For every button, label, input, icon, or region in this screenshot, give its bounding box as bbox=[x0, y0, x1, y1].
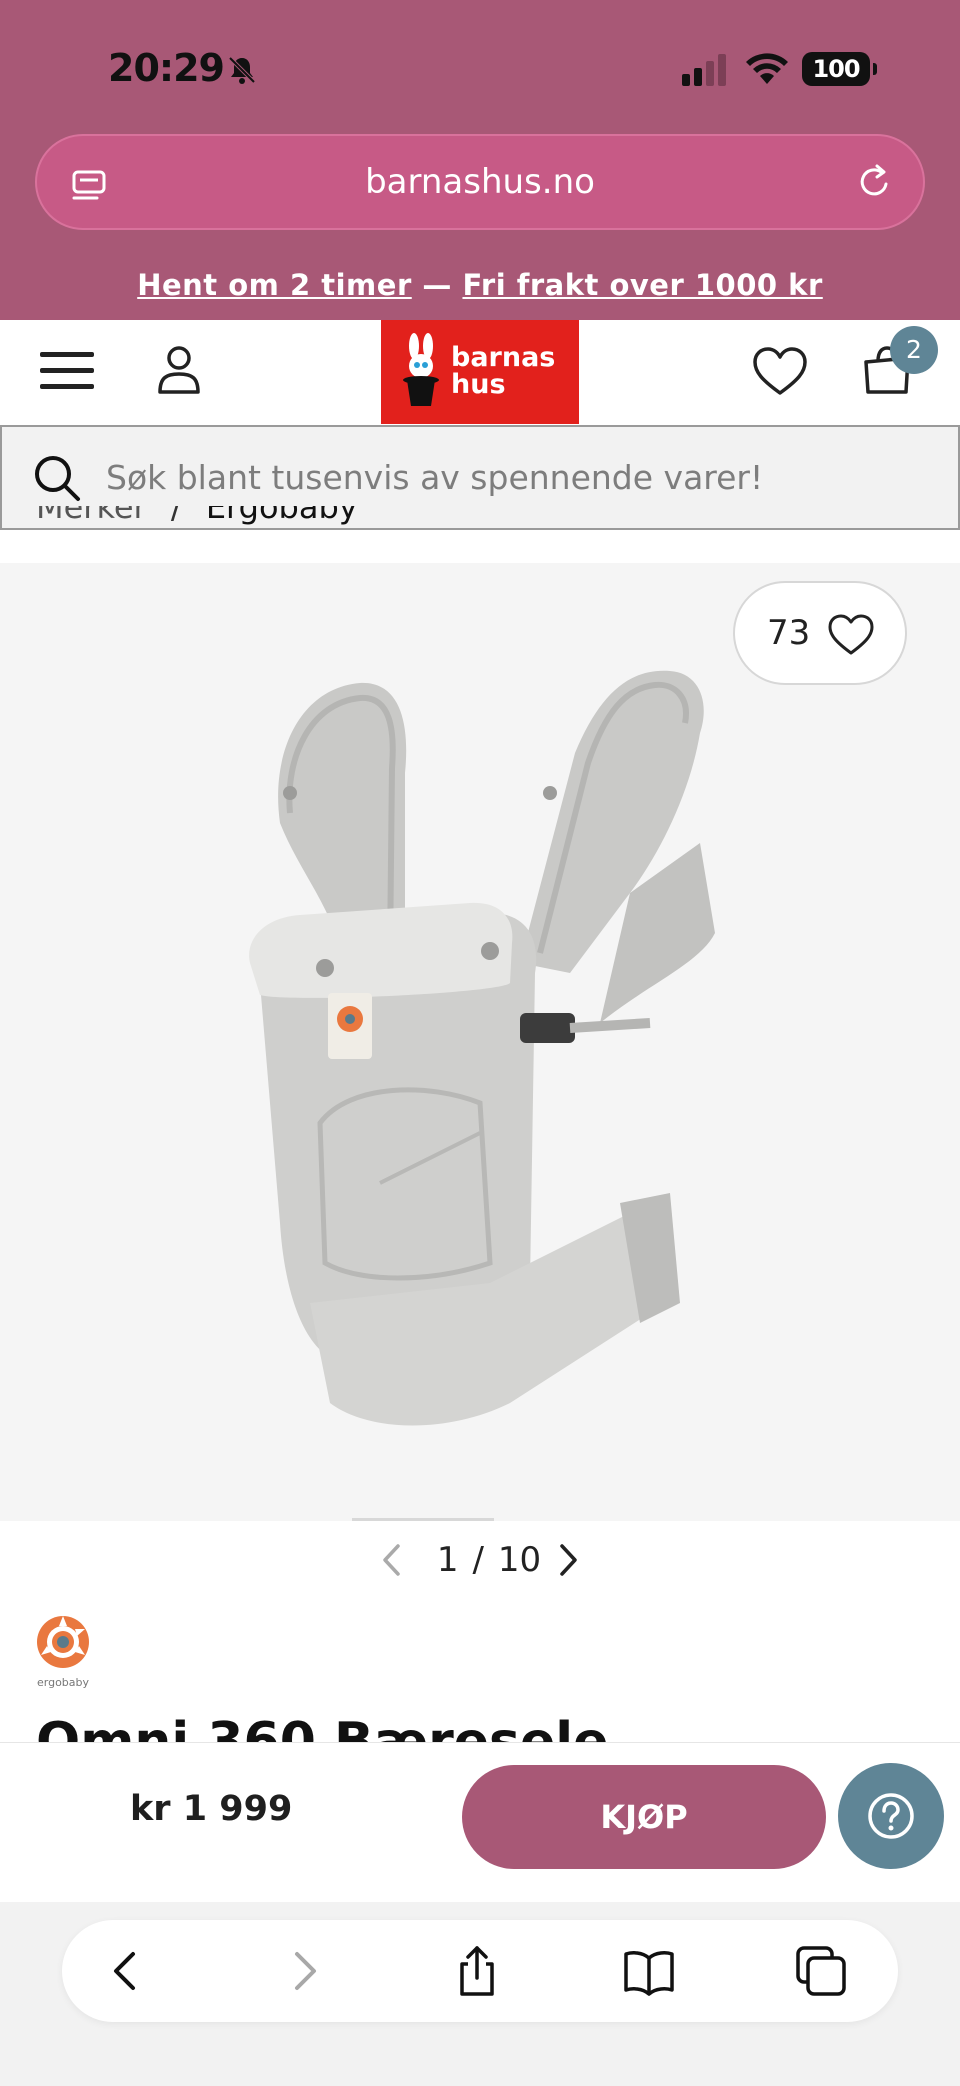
promo-banner: Hent om 2 timer — Fri frakt over 1000 kr bbox=[0, 268, 960, 302]
logo-text: barnas hus bbox=[451, 344, 555, 398]
breadcrumb-separator: / bbox=[170, 506, 182, 526]
site-logo[interactable]: barnas hus bbox=[381, 320, 579, 424]
tabs-overview-icon[interactable] bbox=[794, 1944, 848, 1998]
heart-outline-icon bbox=[828, 614, 874, 655]
logo-line-1: barnas bbox=[451, 342, 556, 373]
wifi-icon bbox=[746, 53, 788, 84]
buy-button[interactable]: KJØP bbox=[462, 1765, 826, 1869]
browser-toolbar bbox=[62, 1920, 898, 2022]
forward-icon[interactable] bbox=[276, 1944, 330, 1998]
sticky-buy-bar: kr 1 999 KJØP bbox=[0, 1742, 960, 1902]
product-title: Omni 360 Bæresele bbox=[36, 1712, 736, 1742]
browser-chrome: 20:29 100 barnashus.no Hent om 2 timer —… bbox=[0, 0, 960, 320]
brand-logo-text: ergobaby bbox=[37, 1676, 90, 1689]
breadcrumb: Merker / Ergobaby bbox=[36, 506, 636, 534]
ergobaby-brand-logo[interactable]: ergobaby bbox=[34, 1608, 92, 1692]
signal-icon bbox=[682, 54, 726, 86]
bell-off-icon bbox=[228, 56, 256, 84]
menu-icon[interactable] bbox=[38, 348, 96, 394]
browser-bottom-bar bbox=[0, 1902, 960, 2086]
wishlist-button[interactable]: 73 bbox=[733, 581, 907, 685]
reload-icon[interactable] bbox=[855, 162, 895, 202]
cart-count-badge: 2 bbox=[890, 326, 938, 374]
pager-current: 1 bbox=[436, 1540, 459, 1580]
user-icon[interactable] bbox=[156, 344, 202, 396]
promo-shipping-link[interactable]: Fri frakt over 1000 kr bbox=[462, 268, 822, 302]
logo-line-2: hus bbox=[451, 369, 506, 400]
product-price: kr 1 999 bbox=[130, 1789, 293, 1829]
heart-icon[interactable] bbox=[752, 346, 808, 398]
promo-separator: — bbox=[411, 268, 463, 302]
battery-indicator: 100 bbox=[802, 52, 877, 86]
chevron-left-icon[interactable] bbox=[379, 1542, 405, 1578]
pager-separator: / bbox=[472, 1540, 484, 1580]
product-image-baby-carrier[interactable] bbox=[230, 663, 750, 1483]
site-header: barnas hus 2 bbox=[0, 320, 960, 424]
rabbit-logo-icon bbox=[403, 333, 439, 406]
promo-pickup-link[interactable]: Hent om 2 timer bbox=[137, 268, 412, 302]
like-count: 73 bbox=[767, 613, 811, 653]
status-bar: 20:29 100 bbox=[0, 0, 960, 130]
address-bar[interactable]: barnashus.no bbox=[35, 134, 925, 230]
status-time: 20:29 bbox=[108, 46, 225, 90]
breadcrumb-item-brands[interactable]: Merker bbox=[36, 506, 147, 526]
url-text[interactable]: barnashus.no bbox=[37, 136, 923, 228]
image-pager: 1 / 10 bbox=[0, 1540, 960, 1590]
product-gallery[interactable]: 73 bbox=[0, 563, 960, 1521]
product-title-text: Omni 360 Bæresele bbox=[36, 1712, 609, 1742]
back-icon[interactable] bbox=[100, 1944, 154, 1998]
bookmarks-icon[interactable] bbox=[622, 1944, 676, 1998]
chevron-right-icon[interactable] bbox=[555, 1542, 581, 1578]
gallery-scroll-indicator bbox=[352, 1518, 494, 1521]
breadcrumb-item-ergobaby[interactable]: Ergobaby bbox=[206, 506, 358, 526]
help-button[interactable] bbox=[838, 1763, 944, 1869]
help-icon bbox=[868, 1793, 914, 1839]
pager-total: 10 bbox=[497, 1540, 542, 1580]
search-icon bbox=[35, 456, 80, 501]
share-icon[interactable] bbox=[450, 1944, 504, 1998]
